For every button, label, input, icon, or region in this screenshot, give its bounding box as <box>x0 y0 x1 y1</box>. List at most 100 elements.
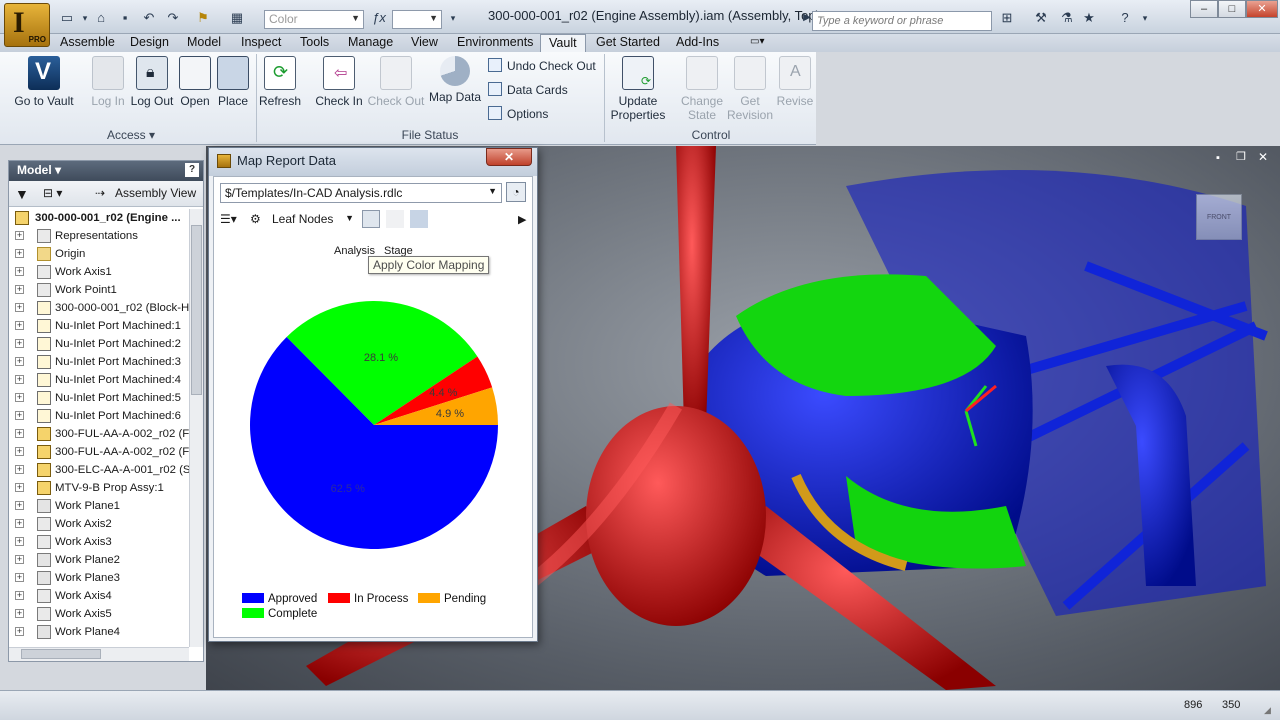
expand-toggle-icon[interactable]: + <box>15 501 24 510</box>
viewport-minimize-icon[interactable]: ▪ <box>1216 152 1220 164</box>
tree-item[interactable]: + Nu-Inlet Port Machined:2 <box>11 335 189 353</box>
scroll-thumb[interactable] <box>21 649 101 659</box>
report-list-icon[interactable]: ☰▾ <box>220 212 237 226</box>
assembly-view-label[interactable]: Assembly View <box>115 186 196 200</box>
expand-toggle-icon[interactable]: + <box>15 555 24 564</box>
toolbar-overflow-icon[interactable]: ▶ <box>518 213 526 226</box>
help-icon[interactable]: ? <box>1116 9 1134 27</box>
tree-item[interactable]: +300-ELC-AA-A-001_r02 (St <box>11 461 189 479</box>
expand-toggle-icon[interactable]: + <box>15 573 24 582</box>
open-file-icon[interactable]: ⌂ <box>92 9 110 27</box>
tree-item[interactable]: + Nu-Inlet Port Machined:1 <box>11 317 189 335</box>
tab-add-ins[interactable]: Add-Ins <box>674 34 721 52</box>
filter-icon[interactable]: ▼ <box>15 186 29 202</box>
resize-grip-icon[interactable]: ◢ <box>1264 705 1271 716</box>
apply-color-mapping-icon[interactable] <box>362 210 380 228</box>
tab-manage[interactable]: Manage <box>346 34 395 52</box>
log-in-button[interactable]: Log In <box>88 54 128 126</box>
tab-get-started[interactable]: Get Started <box>594 34 662 52</box>
select-priority-icon[interactable]: ▦ <box>228 9 246 27</box>
expand-toggle-icon[interactable]: + <box>15 411 24 420</box>
favorites-star-icon[interactable]: ★ <box>1080 9 1098 27</box>
tree-item[interactable]: + Work Axis5 <box>11 605 189 623</box>
viewcube-icon[interactable]: FRONT <box>1196 194 1242 240</box>
help-dropdown-icon[interactable]: ▾ <box>1136 9 1154 27</box>
tree-item[interactable]: + Work Axis1 <box>11 263 189 281</box>
refresh-button[interactable]: ⟳ Refresh <box>258 54 302 126</box>
tab-tools[interactable]: Tools <box>298 34 331 52</box>
communication-center-icon[interactable]: ⚗ <box>1058 9 1076 27</box>
tools-wrench-icon[interactable]: ⚒ <box>1032 9 1050 27</box>
new-file-icon[interactable]: ▭ <box>58 9 76 27</box>
home-icon[interactable]: ⚑ <box>194 9 212 27</box>
redo-icon[interactable]: ↷ <box>164 9 182 27</box>
expand-toggle-icon[interactable]: + <box>15 519 24 528</box>
get-revision-button[interactable]: Get Revision <box>726 54 774 128</box>
tree-item[interactable]: +300-FUL-AA-A-002_r02 (Fu <box>11 443 189 461</box>
data-cards-button[interactable]: Data Cards <box>488 80 568 100</box>
expand-toggle-icon[interactable]: + <box>15 339 24 348</box>
tree-item[interactable]: + Representations <box>11 227 189 245</box>
expand-toggle-icon[interactable]: + <box>15 321 24 330</box>
undo-icon[interactable]: ↶ <box>140 9 158 27</box>
undo-check-out-button[interactable]: Undo Check Out <box>488 56 596 76</box>
mapping-options-icon[interactable] <box>410 210 428 228</box>
expand-toggle-icon[interactable]: + <box>15 285 24 294</box>
minimize-window-button[interactable]: – <box>1190 0 1218 18</box>
tab-vault[interactable]: Vault <box>540 34 586 52</box>
tree-item[interactable]: + Work Axis2 <box>11 515 189 533</box>
tree-item[interactable]: + Origin <box>11 245 189 263</box>
binoculars-icon[interactable]: ⊞ <box>998 9 1016 27</box>
go-to-vault-button[interactable]: V Go to Vault <box>8 54 80 126</box>
dialog-close-button[interactable]: ✕ <box>486 148 532 166</box>
node-filter-select[interactable]: Leaf Nodes ▼ <box>272 212 354 226</box>
scroll-thumb[interactable] <box>191 225 202 395</box>
expand-toggle-icon[interactable]: + <box>15 591 24 600</box>
expand-toggle-icon[interactable]: + <box>15 249 24 258</box>
qat-customize-icon[interactable]: ▾ <box>444 9 462 27</box>
access-panel-label[interactable]: Access ▾ <box>8 128 254 144</box>
tree-item[interactable]: + Nu-Inlet Port Machined:5 <box>11 389 189 407</box>
expand-toggle-icon[interactable]: + <box>15 357 24 366</box>
viewport-restore-icon[interactable]: ❐ <box>1236 150 1246 163</box>
browser-options-icon[interactable]: ⊟ ▾ <box>43 186 62 200</box>
change-state-button[interactable]: Change State <box>676 54 728 128</box>
expand-toggle-icon[interactable]: + <box>15 375 24 384</box>
tree-item[interactable]: + Work Plane4 <box>11 623 189 641</box>
tree-item[interactable]: + Nu-Inlet Port Machined:3 <box>11 353 189 371</box>
expand-toggle-icon[interactable]: + <box>15 627 24 636</box>
browser-header[interactable]: Model ▾ ? <box>9 161 203 181</box>
browser-horizontal-scrollbar[interactable] <box>9 647 189 661</box>
tab-environments[interactable]: Environments <box>455 34 535 52</box>
save-icon[interactable]: ▪ <box>116 9 134 27</box>
expand-toggle-icon[interactable]: + <box>15 483 24 492</box>
tree-item[interactable]: + Work Plane2 <box>11 551 189 569</box>
check-in-button[interactable]: ⇦ Check In <box>312 54 366 126</box>
tree-item[interactable]: + Work Plane1 <box>11 497 189 515</box>
tab-view[interactable]: View <box>409 34 440 52</box>
expand-toggle-icon[interactable]: + <box>15 429 24 438</box>
revise-button[interactable]: A Revise <box>774 54 816 128</box>
color-override-combo[interactable]: Color ▼ <box>264 10 364 29</box>
expand-toggle-icon[interactable]: + <box>15 393 24 402</box>
parameters-fx-icon[interactable]: ƒx <box>370 9 388 27</box>
clear-mapping-icon[interactable] <box>386 210 404 228</box>
close-window-button[interactable]: ✕ <box>1246 0 1278 18</box>
tree-item[interactable]: + Nu-Inlet Port Machined:6 <box>11 407 189 425</box>
help-search-input[interactable]: Type a keyword or phrase <box>812 11 992 31</box>
expand-toggle-icon[interactable]: + <box>15 267 24 276</box>
tab-assemble[interactable]: Assemble <box>58 34 117 52</box>
report-template-select[interactable]: $/Templates/In-CAD Analysis.rdlc ▼ <box>220 183 502 203</box>
tree-item[interactable]: + Work Point1 <box>11 281 189 299</box>
tree-item[interactable]: + Work Axis3 <box>11 533 189 551</box>
tab-model[interactable]: Model <box>185 34 223 52</box>
log-out-button[interactable]: 🔒︎ Log Out <box>128 54 176 126</box>
line-weight-combo[interactable]: ▼ <box>392 10 442 29</box>
expand-toggle-icon[interactable]: + <box>15 231 24 240</box>
tree-item[interactable]: + Work Axis4 <box>11 587 189 605</box>
browser-help-icon[interactable]: ? <box>185 163 199 177</box>
expand-toggle-icon[interactable]: + <box>15 303 24 312</box>
expand-toggle-icon[interactable]: + <box>15 447 24 456</box>
map-data-button[interactable]: Map Data <box>426 54 484 126</box>
options-button[interactable]: Options <box>488 104 548 124</box>
